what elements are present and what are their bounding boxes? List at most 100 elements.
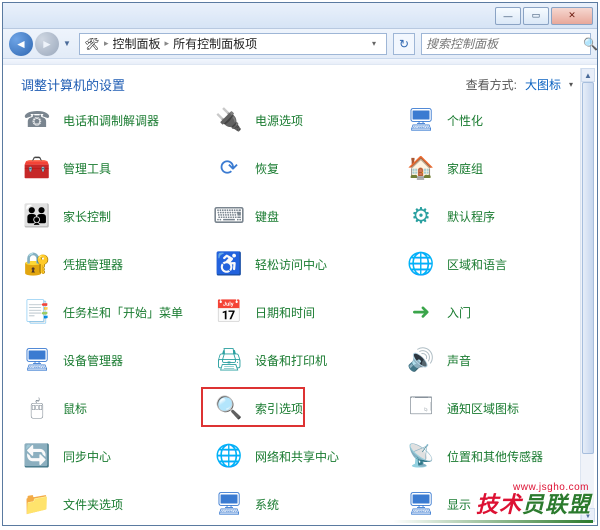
cp-item-homegroup[interactable]: 🏠 家庭组	[401, 152, 589, 184]
cp-item-label: 声音	[447, 352, 471, 369]
cp-item-display[interactable]: 🖥 显示	[401, 488, 589, 520]
search-field[interactable]: 🔍	[421, 33, 591, 55]
close-button[interactable]: ✕	[551, 7, 593, 25]
cp-item-region-language[interactable]: 🌐 区域和语言	[401, 248, 589, 280]
nav-arrows: ◄ ► ▼	[9, 32, 73, 56]
homegroup-icon: 🏠	[405, 152, 437, 184]
cp-item-date-time[interactable]: 📅 日期和时间	[209, 296, 397, 328]
taskbar-startmenu-icon: 📑	[21, 296, 53, 328]
admin-tools-icon: 🧰	[21, 152, 53, 184]
power-options-icon: 🔌	[213, 104, 245, 136]
cp-item-sound[interactable]: 🔊 声音	[401, 344, 589, 376]
maximize-button[interactable]: ▭	[523, 7, 549, 25]
cp-item-label: 凭据管理器	[63, 256, 123, 273]
scrollbar-thumb[interactable]	[582, 82, 594, 454]
cp-item-location-sensors[interactable]: 📡位置和其他传感器	[401, 440, 589, 472]
device-manager-icon: 🖥	[21, 344, 53, 376]
cp-item-label: 通知区域图标	[447, 400, 519, 417]
cp-item-taskbar-startmenu[interactable]: 📑 任务栏和「开始」菜单	[17, 296, 205, 328]
cp-item-sync-center[interactable]: 🔄同步中心	[17, 440, 205, 472]
personalization-icon: 🖥	[405, 104, 437, 136]
cp-item-label: 设备和打印机	[255, 352, 327, 369]
address-bar-row: ◄ ► ▼ 🛠 ▸ 控制面板 ▸ 所有控制面板项 ▾ ↻ 🔍	[3, 29, 597, 59]
cp-item-network-sharing[interactable]: 🌐 网络和共享中心	[209, 440, 397, 472]
scroll-up-button[interactable]: ▲	[581, 68, 595, 82]
cp-item-power-options[interactable]: 🔌电源选项	[209, 104, 397, 136]
default-programs-icon: ⚙	[405, 200, 437, 232]
cp-item-mouse[interactable]: 🖱鼠标	[17, 392, 205, 424]
getting-started-icon: ➜	[405, 296, 437, 328]
titlebar: — ▭ ✕	[3, 3, 597, 29]
view-selector: 查看方式: 大图标 ▾	[466, 76, 573, 93]
cp-item-label: 电话和调制解调器	[63, 112, 159, 129]
cp-item-label: 位置和其他传感器	[447, 448, 543, 465]
items-grid: ☎电话和调制解调器🔌电源选项🖥个性化🧰管理工具⟳恢复🏠家庭组👪家长控制⌨键盘⚙默…	[17, 104, 589, 530]
region-language-icon: 🌐	[405, 248, 437, 280]
cp-item-devices-printers[interactable]: 🖨 设备和打印机	[209, 344, 397, 376]
cp-item-system[interactable]: 🖥系统	[209, 488, 397, 520]
cp-item-default-programs[interactable]: ⚙ 默认程序	[401, 200, 589, 232]
system-icon: 🖥	[213, 488, 245, 520]
cp-item-label: 索引选项	[255, 400, 303, 417]
breadcrumb-sep-icon: ▸	[165, 38, 170, 49]
back-button[interactable]: ◄	[9, 32, 33, 56]
view-value-link[interactable]: 大图标	[525, 76, 561, 93]
scroll-down-button[interactable]: ▼	[581, 508, 595, 522]
parental-controls-icon: 👪	[21, 200, 53, 232]
cp-item-label: 区域和语言	[447, 256, 507, 273]
display-icon: 🖥	[405, 488, 437, 520]
forward-button[interactable]: ►	[35, 32, 59, 56]
search-icon: 🔍	[583, 37, 598, 51]
cp-item-personalization[interactable]: 🖥 个性化	[401, 104, 589, 136]
breadcrumb[interactable]: 🛠 ▸ 控制面板 ▸ 所有控制面板项 ▾	[79, 33, 387, 55]
view-label: 查看方式:	[466, 76, 517, 93]
cp-item-parental-controls[interactable]: 👪 家长控制	[17, 200, 205, 232]
recovery-icon: ⟳	[213, 152, 245, 184]
nav-history-dropdown[interactable]: ▼	[61, 34, 73, 54]
header-row: 调整计算机的设置 查看方式: 大图标 ▾	[3, 65, 597, 98]
cp-item-admin-tools[interactable]: 🧰管理工具	[17, 152, 205, 184]
cp-item-phone-modem[interactable]: ☎电话和调制解调器	[17, 104, 205, 136]
breadcrumb-seg-2[interactable]: 所有控制面板项	[173, 35, 257, 52]
cp-item-label: 显示	[447, 496, 471, 513]
cp-item-label: 设备管理器	[63, 352, 123, 369]
cp-item-label: 键盘	[255, 208, 279, 225]
search-input[interactable]	[426, 37, 583, 51]
cp-item-recovery[interactable]: ⟳恢复	[209, 152, 397, 184]
breadcrumb-dropdown[interactable]: ▾	[366, 39, 382, 48]
items-pane: ☎电话和调制解调器🔌电源选项🖥个性化🧰管理工具⟳恢复🏠家庭组👪家长控制⌨键盘⚙默…	[3, 98, 597, 530]
cp-item-indexing-options[interactable]: 🔍索引选项	[209, 392, 397, 424]
control-panel-icon: 🛠	[84, 36, 100, 52]
vertical-scrollbar[interactable]: ▲ ▼	[580, 68, 594, 522]
sync-center-icon: 🔄	[21, 440, 53, 472]
cp-item-keyboard[interactable]: ⌨键盘	[209, 200, 397, 232]
cp-item-label: 家长控制	[63, 208, 111, 225]
cp-item-credential-manager[interactable]: 🔐 凭据管理器	[17, 248, 205, 280]
page-title: 调整计算机的设置	[21, 75, 125, 94]
cp-item-label: 入门	[447, 304, 471, 321]
view-dropdown-icon[interactable]: ▾	[569, 80, 573, 89]
devices-printers-icon: 🖨	[213, 344, 245, 376]
cp-item-label: 网络和共享中心	[255, 448, 339, 465]
cp-item-notification-icons[interactable]: 🗔 通知区域图标	[401, 392, 589, 424]
cp-item-getting-started[interactable]: ➜ 入门	[401, 296, 589, 328]
cp-item-label: 默认程序	[447, 208, 495, 225]
ease-of-access-icon: ♿	[213, 248, 245, 280]
cp-item-folder-options[interactable]: 📁文件夹选项	[17, 488, 205, 520]
cp-item-device-manager[interactable]: 🖥 设备管理器	[17, 344, 205, 376]
refresh-button[interactable]: ↻	[393, 33, 415, 55]
credential-manager-icon: 🔐	[21, 248, 53, 280]
breadcrumb-seg-1[interactable]: 控制面板	[113, 35, 161, 52]
network-sharing-icon: 🌐	[213, 440, 245, 472]
folder-options-icon: 📁	[21, 488, 53, 520]
date-time-icon: 📅	[213, 296, 245, 328]
cp-item-ease-of-access[interactable]: ♿轻松访问中心	[209, 248, 397, 280]
minimize-button[interactable]: —	[495, 7, 521, 25]
mouse-icon: 🖱	[21, 392, 53, 424]
cp-item-label: 个性化	[447, 112, 483, 129]
notification-icons-icon: 🗔	[405, 392, 437, 424]
cp-item-label: 日期和时间	[255, 304, 315, 321]
sound-icon: 🔊	[405, 344, 437, 376]
cp-item-label: 任务栏和「开始」菜单	[63, 304, 183, 321]
cp-item-label: 家庭组	[447, 160, 483, 177]
